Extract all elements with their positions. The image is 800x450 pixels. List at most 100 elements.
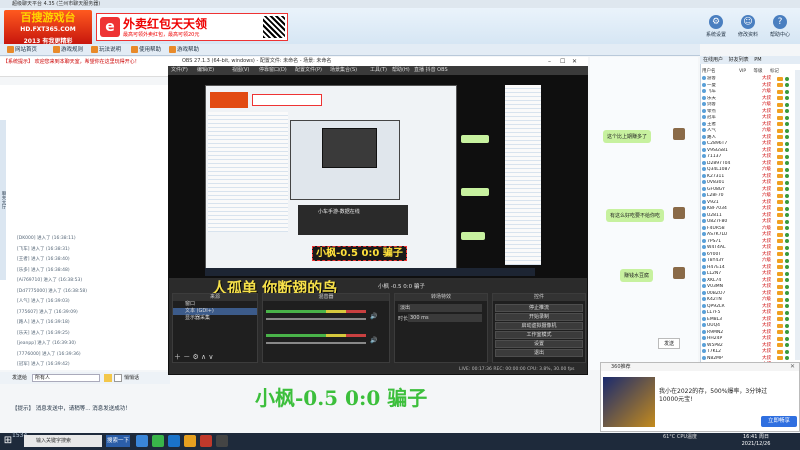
tab-home[interactable]: 网站首页 — [4, 45, 40, 56]
chat-app-icon[interactable] — [200, 435, 212, 447]
profile-button[interactable]: ☺ 修改资料 — [736, 13, 760, 41]
studio-mode-button[interactable]: 工作室模式 — [495, 331, 583, 339]
taskbar-search-button[interactable]: 搜索一下 — [106, 435, 130, 447]
tab-friends[interactable]: 好友列表 — [729, 57, 749, 63]
online-flag-icon — [785, 128, 789, 133]
wechat-icon[interactable] — [152, 435, 164, 447]
menu-view[interactable]: 视图(V) — [232, 66, 249, 75]
volume-slider[interactable] — [266, 342, 366, 344]
folder-icon[interactable] — [184, 435, 196, 447]
col-username[interactable]: 用户名 — [702, 69, 716, 74]
maximize-icon[interactable]: ☐ — [560, 58, 565, 65]
menu-edit[interactable]: 编辑(E) — [197, 66, 214, 75]
popup-image[interactable] — [603, 377, 655, 427]
captured-bubble — [461, 232, 485, 240]
online-flag-icon — [785, 187, 789, 191]
badge-icon — [777, 310, 783, 315]
speaker-icon[interactable]: 🔊 — [370, 337, 377, 344]
site-logo[interactable]: 百搜游戏台 HD.FXT365.COM 2013 有我更精彩 — [4, 10, 92, 46]
menu-help[interactable]: 帮助(H) — [392, 66, 410, 75]
speaker-icon[interactable]: 🔊 — [370, 313, 377, 320]
menu-profile[interactable]: 配置文件(P) — [295, 66, 322, 75]
popup-action-button[interactable]: 立即畅享 — [761, 416, 797, 427]
settings-button[interactable]: ⚙ 系统设置 — [704, 13, 728, 41]
badge-icon — [777, 297, 783, 302]
left-rail[interactable]: 聊天大厅 — [0, 120, 6, 280]
menu-file[interactable]: 文件(F) — [171, 66, 188, 75]
online-flag-icon — [785, 109, 789, 113]
tab-guide[interactable]: 玩法说明 — [88, 45, 124, 56]
menu-docks[interactable]: 停靠窗口(D) — [259, 66, 287, 75]
whisper-checkbox[interactable] — [114, 374, 122, 382]
tab-label: 游戏规则 — [61, 47, 84, 53]
tab-rules[interactable]: 游戏规则 — [50, 45, 86, 56]
badge-icon — [777, 135, 783, 139]
tab-usage-help[interactable]: 使用帮助 — [128, 45, 164, 56]
source-item[interactable]: 文本 (GDI+) — [173, 308, 257, 315]
recipient-select[interactable]: 所有人 — [32, 374, 100, 382]
up-icon[interactable]: ∧ — [201, 353, 206, 361]
online-flag-icon — [785, 180, 789, 185]
add-icon[interactable]: ＋ — [174, 353, 181, 361]
down-icon[interactable]: ∨ — [208, 353, 213, 361]
minimize-icon[interactable]: – — [548, 58, 551, 65]
chat-bubble: 有这么好吃要不给你吃 — [606, 209, 665, 222]
exit-button[interactable]: 退出 — [495, 349, 583, 357]
emoji-icon[interactable] — [104, 374, 112, 382]
online-flag-icon — [785, 265, 789, 269]
menu-live[interactable]: 直播 抖音 OBS — [414, 66, 448, 75]
settings-button[interactable]: 设置 — [495, 340, 583, 348]
help-button[interactable]: ? 帮助中心 — [768, 13, 792, 41]
user-icon — [702, 160, 706, 165]
badge-icon — [777, 193, 783, 198]
profile-label: 修改资料 — [737, 32, 758, 38]
virtual-camera-button[interactable]: 启动虚拟摄像机 — [495, 322, 583, 330]
tab-game-help[interactable]: 游戏帮助 — [166, 45, 202, 56]
browser-icon[interactable] — [168, 435, 180, 447]
ad-banner[interactable]: e 外卖红包天天领 最高可领外卖红包，最高可领20元 — [96, 13, 288, 41]
avatar[interactable] — [673, 207, 685, 219]
close-icon[interactable]: ✕ — [790, 363, 795, 370]
windows-start-icon[interactable]: ⊞ — [2, 435, 14, 447]
system-tray[interactable]: 61°C CPU温度 — [640, 434, 720, 449]
gear-icon[interactable]: ⚙ — [192, 353, 198, 361]
duration-input[interactable]: 300 ms — [408, 314, 482, 322]
menu-scene-collection[interactable]: 场景集合(S) — [330, 66, 357, 75]
captured-bubble — [461, 135, 489, 143]
user-icon — [702, 245, 706, 249]
remove-icon[interactable]: － — [183, 353, 190, 361]
stop-streaming-button[interactable]: 停止推流 — [495, 304, 583, 312]
transition-select[interactable]: 淡出 — [398, 304, 482, 312]
user-list-scrollbar[interactable] — [795, 70, 800, 360]
obs-icon[interactable] — [216, 435, 228, 447]
clock[interactable]: 16:41 周日 2021/12/26 — [728, 434, 784, 449]
col-level[interactable]: 等级 — [754, 69, 763, 74]
qr-code-icon — [263, 16, 285, 38]
taskbar-search-input[interactable]: 输入关键字搜索 — [24, 435, 102, 447]
col-flag[interactable]: 标记 — [770, 69, 779, 74]
user-icon — [702, 121, 706, 126]
col-vip[interactable]: VIP — [739, 69, 746, 74]
menu-tools[interactable]: 工具(T) — [370, 66, 387, 75]
avatar[interactable] — [673, 128, 685, 140]
user-icon — [702, 258, 706, 262]
avatar[interactable] — [673, 267, 685, 279]
source-item[interactable]: 窗口 — [173, 301, 257, 308]
game-icon — [169, 46, 176, 53]
online-flag-icon — [785, 245, 789, 250]
chat-log[interactable] — [0, 85, 170, 370]
scene-name-label: 小枫 -0.5 0:0 骗子 — [378, 284, 425, 290]
desktop: 超级聊天平台 4.35 (兰州市聊天服务器) 百搜游戏台 HD.FXT365.C… — [0, 0, 800, 450]
start-recording-button[interactable]: 开始录制 — [495, 313, 583, 321]
send-button[interactable]: 发送 — [658, 338, 680, 349]
tab-label: 使用帮助 — [139, 47, 162, 53]
online-flag-icon — [785, 96, 789, 100]
source-item[interactable]: 显示器采集 — [173, 315, 257, 322]
close-icon[interactable]: ✕ — [572, 58, 577, 65]
tab-online-users[interactable]: 在线用户 — [703, 57, 723, 63]
popup-title[interactable]: 我小在2022的存，500%爆率，3分钟过10000元宝! — [659, 388, 771, 404]
volume-slider[interactable] — [266, 318, 366, 320]
taskview-icon[interactable] — [136, 435, 148, 447]
tab-pm[interactable]: PM — [754, 57, 761, 63]
online-flag-icon — [785, 304, 789, 308]
